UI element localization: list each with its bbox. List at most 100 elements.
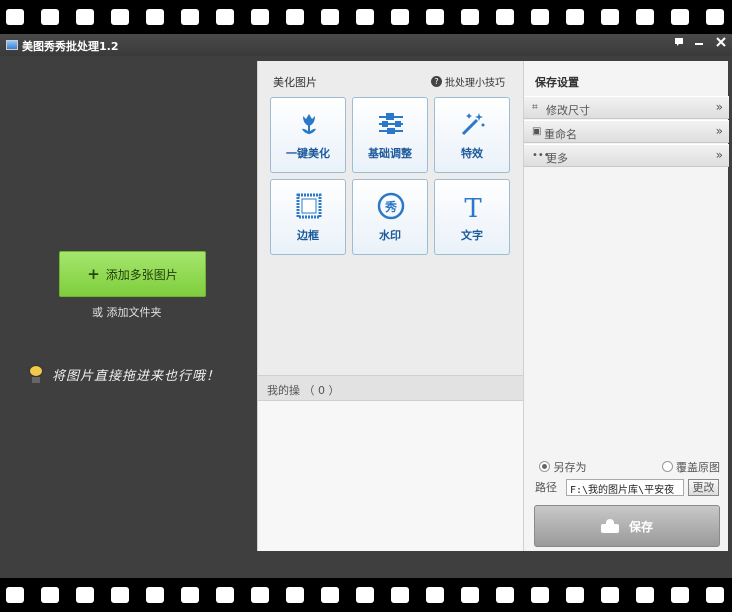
save-mode-options: 另存为 覆盖原图 [539,459,729,475]
text-icon: T [464,194,482,220]
film-hole [706,9,724,25]
film-hole [41,587,59,603]
chevron-right-icon: » [715,148,723,162]
film-hole [321,587,339,603]
tool-text[interactable]: T 文字 [434,179,510,255]
section-resize[interactable]: ⌗ 修改尺寸 » [524,96,729,119]
tool-effects[interactable]: 特效 [434,97,510,173]
film-hole [566,9,584,25]
save-as-label[interactable]: 另存为 [554,461,587,474]
film-hole [461,9,479,25]
app-icon [6,40,18,50]
save-button[interactable]: 保存 [534,505,720,547]
tool-label: 基础调整 [368,147,412,160]
film-hole [706,587,724,603]
tool-label: 文字 [461,229,483,242]
film-strip-bottom [0,578,732,612]
film-hole [181,9,199,25]
film-hole [391,587,409,603]
tool-label: 特效 [461,147,483,160]
film-hole [6,9,24,25]
my-operations-list [258,401,524,551]
film-hole [391,9,409,25]
film-hole [356,9,374,25]
tool-auto-beautify[interactable]: 一键美化 [270,97,346,173]
tool-watermark[interactable]: 秀 水印 [352,179,428,255]
tool-frame[interactable]: 边框 [270,179,346,255]
chevron-right-icon: » [715,100,723,114]
crop-icon: ⌗ [532,102,538,113]
film-hole [601,9,619,25]
film-hole [496,9,514,25]
svg-text:T: T [464,194,482,220]
my-operations-header[interactable]: 我的操 （ 0 ） [258,375,524,401]
rename-icon: ▣ [532,126,542,137]
film-hole [321,9,339,25]
film-hole [286,587,304,603]
watermark-icon: 秀 [377,192,405,220]
save-path-row: 路径 F:\我的图片库\平安夜 更改 [535,479,725,497]
svg-text:秀: 秀 [384,199,398,214]
film-strip-top [0,0,732,34]
film-hole [251,9,269,25]
minimize-icon[interactable] [691,36,707,52]
tips-label: 批处理小技巧 [445,78,505,89]
film-hole [146,587,164,603]
film-hole [216,587,234,603]
film-hole [531,9,549,25]
section-rename[interactable]: ▣ 重命名 » [524,120,729,143]
section-label: 更多 [546,152,568,165]
film-hole [286,9,304,25]
close-icon[interactable] [713,36,729,52]
path-label: 路径 [535,481,557,494]
section-label: 重命名 [544,128,577,141]
tips-link[interactable]: ? 批处理小技巧 [431,74,505,89]
tool-label: 一键美化 [286,147,330,160]
save-settings-panel: 保存设置 ⌗ 修改尺寸 » ▣ 重命名 » ••• 更多 » 另存为 覆盖原图 … [523,61,729,551]
save-button-label: 保存 [628,519,653,534]
film-hole [426,9,444,25]
film-hole [636,9,654,25]
tool-label: 水印 [379,229,401,242]
add-images-label: 添加多张图片 [105,267,178,282]
lightbulb-icon [26,363,46,385]
film-hole [601,587,619,603]
chevron-right-icon: » [715,124,723,138]
add-images-button[interactable]: + 添加多张图片 [59,251,206,297]
film-hole [531,587,549,603]
film-hole [461,587,479,603]
overwrite-radio[interactable] [661,461,673,472]
feedback-icon[interactable] [671,36,687,52]
tool-basic-adjust[interactable]: 基础调整 [352,97,428,173]
app-title: 美图秀秀批处理1.2 [22,40,119,53]
image-drop-panel[interactable]: + 添加多张图片 或 添加文件夹 将图片直接拖进来也行哦！ [0,56,256,578]
save-path-input[interactable]: F:\我的图片库\平安夜 [566,479,684,496]
tulip-icon [302,114,316,134]
film-hole [496,587,514,603]
overwrite-label[interactable]: 覆盖原图 [676,461,720,474]
film-hole [146,9,164,25]
save-as-radio[interactable] [539,461,550,472]
film-hole [76,587,94,603]
section-more[interactable]: ••• 更多 » [524,144,729,167]
app-window: 美图秀秀批处理1.2 + 添加多张图片 或 添加文件夹 将图片直接拖进来也行哦！… [0,34,732,578]
film-hole [111,9,129,25]
film-hole [6,587,24,603]
film-hole [636,587,654,603]
film-hole [111,587,129,603]
add-folder-link[interactable]: 或 添加文件夹 [92,304,162,320]
tool-label: 边框 [297,229,319,242]
frame-icon [296,193,322,219]
film-hole [671,9,689,25]
help-icon: ? [431,76,442,87]
title-bar[interactable]: 美图秀秀批处理1.2 [0,34,732,56]
change-path-button[interactable]: 更改 [688,479,719,496]
film-hole [566,587,584,603]
sliders-icon [379,113,403,134]
beautify-title: 美化图片 [273,76,317,89]
section-label: 修改尺寸 [546,104,590,117]
film-hole [41,9,59,25]
drag-hint: 将图片直接拖进来也行哦！ [26,363,220,385]
film-hole [356,587,374,603]
save-settings-title: 保存设置 [535,76,579,89]
